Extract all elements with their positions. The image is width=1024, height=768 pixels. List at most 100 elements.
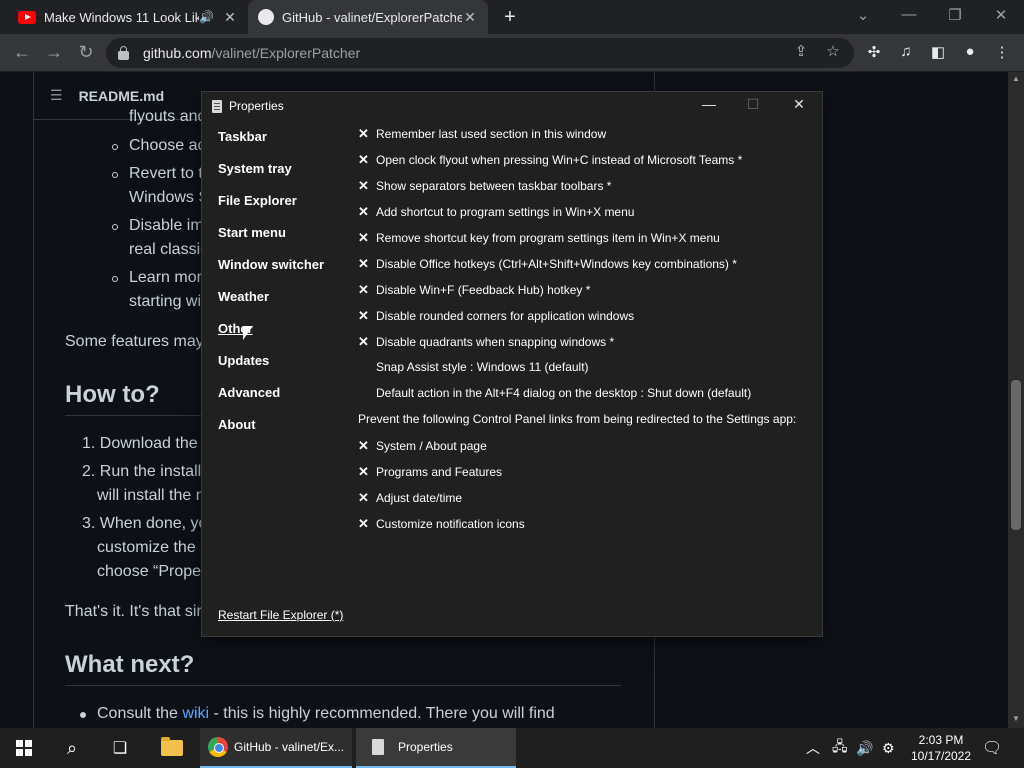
notification-center-icon[interactable]: 🗨	[982, 728, 1002, 768]
speaker-icon[interactable]: 🔊	[199, 10, 214, 24]
show-hidden-icons-icon[interactable]: ︿	[806, 728, 820, 768]
profile-icon[interactable]: ●	[960, 43, 980, 60]
dialog-maximize-button[interactable]: ☐	[738, 96, 768, 113]
file-explorer-button[interactable]	[150, 728, 194, 768]
checkbox-x-icon[interactable]: ✕	[358, 282, 376, 298]
url-path: /valinet/ExplorerPatcher	[211, 45, 361, 61]
list-bullet	[80, 712, 86, 718]
close-tab-icon[interactable]: ✕	[222, 9, 238, 26]
taskbar-clock[interactable]: 2:03 PM 10/17/2022	[908, 732, 974, 764]
option-notification-icons[interactable]: ✕ Customize notification icons	[358, 516, 525, 532]
taskbar-chrome-button[interactable]: GitHub - valinet/Ex...	[200, 728, 352, 768]
readme-text: Revert to t	[129, 165, 203, 182]
option-remember-section[interactable]: ✕ Remember last used section in this wind…	[358, 126, 606, 142]
tab-label: GitHub - valinet/ExplorerPatcher	[282, 9, 462, 25]
checkbox-x-icon[interactable]: ✕	[358, 438, 376, 454]
option-disable-winf[interactable]: ✕ Disable Win+F (Feedback Hub) hotkey *	[358, 282, 590, 298]
nav-weather[interactable]: Weather	[218, 289, 269, 304]
properties-icon	[212, 99, 222, 113]
nav-taskbar[interactable]: Taskbar	[218, 129, 267, 144]
dialog-title: Properties	[229, 99, 284, 113]
browser-toolbar: ← → ↻ github.com/valinet/ExplorerPatcher…	[0, 34, 1024, 72]
dialog-titlebar[interactable]: Properties	[202, 92, 822, 120]
properties-icon	[372, 739, 384, 755]
tab-youtube[interactable]: Make Windows 11 Look Like 🔊 ✕	[8, 0, 248, 34]
reload-button[interactable]: ↻	[74, 42, 98, 63]
readme-text: flyouts and	[129, 108, 207, 125]
option-disable-quadrants[interactable]: ✕ Disable quadrants when snapping windows…	[358, 334, 614, 350]
scroll-down-icon[interactable]: ▼	[1012, 714, 1020, 723]
nav-window-switcher[interactable]: Window switcher	[218, 257, 324, 272]
new-tab-button[interactable]: +	[500, 6, 520, 29]
scrollbar-thumb[interactable]	[1011, 380, 1021, 530]
chrome-icon	[208, 737, 228, 757]
forward-button[interactable]: →	[42, 42, 66, 63]
readme-text: will install the n	[97, 487, 205, 504]
nav-updates[interactable]: Updates	[218, 353, 269, 368]
checkbox-x-icon[interactable]: ✕	[358, 152, 376, 168]
checkbox-x-icon[interactable]: ✕	[358, 178, 376, 194]
checkbox-x-icon[interactable]: ✕	[358, 334, 376, 350]
content-border	[33, 72, 34, 728]
readme-text: real classic	[129, 241, 209, 258]
option-disable-rounded-corners[interactable]: ✕ Disable rounded corners for application…	[358, 308, 634, 324]
lock-icon[interactable]	[118, 45, 129, 60]
menu-icon[interactable]: ⋮	[992, 43, 1012, 61]
option-disable-office-hotkeys[interactable]: ✕ Disable Office hotkeys (Ctrl+Alt+Shift+…	[358, 256, 737, 272]
scroll-up-icon[interactable]: ▲	[1012, 74, 1020, 83]
snap-assist-style-dropdown[interactable]: Snap Assist style : Windows 11 (default)	[376, 360, 589, 374]
checkbox-x-icon[interactable]: ✕	[358, 516, 376, 532]
dialog-minimize-button[interactable]: —	[694, 96, 724, 112]
altf4-default-action-dropdown[interactable]: Default action in the Alt+F4 dialog on t…	[376, 386, 751, 400]
checkbox-x-icon[interactable]: ✕	[358, 308, 376, 324]
option-toolbar-separators[interactable]: ✕ Show separators between taskbar toolbar…	[358, 178, 611, 194]
start-button[interactable]	[4, 728, 44, 768]
tab-github[interactable]: GitHub - valinet/ExplorerPatcher ✕	[248, 0, 488, 34]
option-add-winx-shortcut[interactable]: ✕ Add shortcut to program settings in Win…	[358, 204, 634, 220]
side-panel-icon[interactable]: ◧	[928, 43, 948, 61]
share-icon[interactable]: ⇪	[792, 42, 810, 60]
nav-start-menu[interactable]: Start menu	[218, 225, 286, 240]
url-host: github.com	[143, 45, 212, 61]
checkbox-x-icon[interactable]: ✕	[358, 490, 376, 506]
windows-taskbar: ⌕ ❏ GitHub - valinet/Ex... Properties ︿ …	[0, 728, 1024, 768]
close-window-button[interactable]: ✕	[978, 6, 1024, 24]
checkbox-x-icon[interactable]: ✕	[358, 204, 376, 220]
back-button[interactable]: ←	[10, 42, 34, 63]
checkbox-x-icon[interactable]: ✕	[358, 126, 376, 142]
extensions-icon[interactable]: ✣	[864, 43, 884, 61]
nav-about[interactable]: About	[218, 417, 256, 432]
list-icon[interactable]: ☰	[50, 87, 63, 104]
dialog-close-button[interactable]: ✕	[784, 96, 814, 113]
search-icon[interactable]: ⌕	[52, 728, 92, 768]
option-programs-features[interactable]: ✕ Programs and Features	[358, 464, 502, 480]
nav-file-explorer[interactable]: File Explorer	[218, 193, 297, 208]
taskbar-properties-button[interactable]: Properties	[356, 728, 516, 768]
media-control-icon[interactable]: ♫	[896, 43, 916, 60]
close-tab-icon[interactable]: ✕	[462, 9, 478, 26]
minimize-button[interactable]: —	[886, 6, 932, 23]
network-icon[interactable]: 🖧	[832, 728, 848, 768]
address-bar[interactable]: github.com/valinet/ExplorerPatcher	[106, 38, 854, 68]
folder-icon	[161, 737, 183, 756]
checkbox-x-icon[interactable]: ✕	[358, 464, 376, 480]
restart-explorer-link[interactable]: Restart File Explorer (*)	[218, 608, 343, 622]
nav-system-tray[interactable]: System tray	[218, 161, 292, 176]
page-scrollbar[interactable]: ▲ ▼	[1008, 72, 1024, 728]
readme-text: customize the	[97, 539, 196, 556]
nav-advanced[interactable]: Advanced	[218, 385, 280, 400]
bookmark-star-icon[interactable]: ☆	[824, 42, 842, 60]
checkbox-x-icon[interactable]: ✕	[358, 230, 376, 246]
option-system-about[interactable]: ✕ System / About page	[358, 438, 487, 454]
volume-icon[interactable]: 🔊	[856, 728, 873, 768]
checkbox-x-icon[interactable]: ✕	[358, 256, 376, 272]
restore-button[interactable]: ❐	[932, 6, 978, 24]
list-bullet	[112, 276, 118, 282]
settings-gear-icon[interactable]: ⚙	[882, 728, 895, 768]
option-remove-shortcut-key[interactable]: ✕ Remove shortcut key from program settin…	[358, 230, 720, 246]
option-clock-flyout[interactable]: ✕ Open clock flyout when pressing Win+C i…	[358, 152, 742, 168]
wiki-link[interactable]: wiki	[182, 705, 209, 722]
tab-search-icon[interactable]: ⌄	[840, 6, 886, 24]
option-adjust-datetime[interactable]: ✕ Adjust date/time	[358, 490, 462, 506]
task-view-icon[interactable]: ❏	[100, 728, 140, 768]
